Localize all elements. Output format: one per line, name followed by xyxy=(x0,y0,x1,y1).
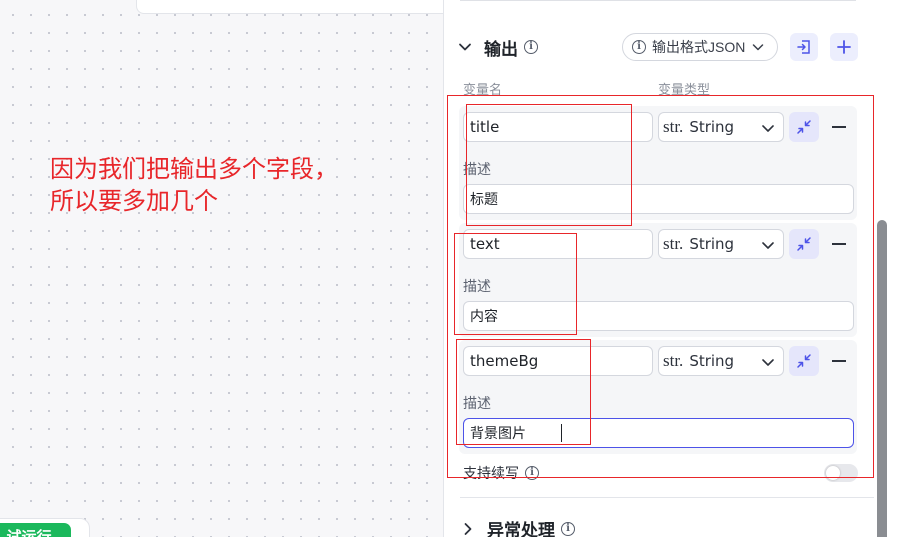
collapse-button[interactable] xyxy=(789,112,819,142)
description-label: 描述 xyxy=(463,278,491,294)
import-button[interactable] xyxy=(790,33,818,61)
chevron-right-icon[interactable] xyxy=(461,522,475,536)
type-value: String xyxy=(689,235,735,253)
type-value: String xyxy=(689,118,735,136)
column-header-name: 变量名 xyxy=(463,82,503,97)
stream-output-label: 支持续写 xyxy=(463,465,519,481)
exception-section-title: 异常处理 xyxy=(487,521,555,537)
collapse-icon xyxy=(797,237,811,251)
remove-field-button[interactable] xyxy=(832,126,846,128)
add-field-button[interactable] xyxy=(830,33,858,61)
field-type-select[interactable]: str. String xyxy=(658,346,784,376)
exception-section-header[interactable]: 异常处理 i xyxy=(461,516,575,537)
plus-icon xyxy=(837,40,851,54)
chevron-down-icon xyxy=(753,44,764,51)
collapse-icon xyxy=(797,354,811,368)
field-name-input[interactable]: themeBg xyxy=(463,346,653,376)
annotation-line-2: 所以要多加几个 xyxy=(50,188,218,215)
chevron-down-icon[interactable] xyxy=(458,40,472,54)
section-divider xyxy=(460,497,874,498)
chevron-down-icon xyxy=(762,125,774,132)
type-prefix: str. xyxy=(663,234,684,253)
collapse-icon xyxy=(797,120,811,134)
info-icon: i xyxy=(632,40,646,54)
output-format-select[interactable]: i 输出格式JSON xyxy=(622,33,778,61)
field-name-input[interactable]: text xyxy=(463,229,653,259)
stream-output-toggle[interactable] xyxy=(824,464,858,482)
description-input[interactable]: 内容 xyxy=(463,301,854,331)
output-section-title: 输出 xyxy=(484,39,518,59)
info-icon[interactable]: i xyxy=(524,40,538,54)
remove-field-button[interactable] xyxy=(832,243,846,245)
field-type-select[interactable]: str. String xyxy=(658,112,784,142)
description-input[interactable]: 标题 xyxy=(463,184,854,214)
info-icon[interactable]: i xyxy=(525,466,539,480)
text-cursor xyxy=(561,424,562,442)
info-icon[interactable]: i xyxy=(561,521,575,536)
test-run-label: 试运行 xyxy=(0,523,71,537)
remove-field-button[interactable] xyxy=(832,360,846,362)
stream-output-row: 支持续写 i xyxy=(463,463,539,483)
description-label: 描述 xyxy=(463,395,491,411)
type-prefix: str. xyxy=(663,117,684,136)
description-label: 描述 xyxy=(463,161,491,177)
output-format-value: 输出格式JSON xyxy=(652,39,746,55)
type-value: String xyxy=(689,352,735,370)
annotation-line-1: 因为我们把输出多个字段， xyxy=(50,156,338,183)
chevron-down-icon xyxy=(762,242,774,249)
field-name-input[interactable]: title xyxy=(463,112,653,142)
scrollbar-thumb[interactable] xyxy=(877,220,887,537)
description-input[interactable]: 背景图片 xyxy=(463,418,854,448)
import-icon xyxy=(797,40,810,54)
node-card[interactable] xyxy=(136,0,456,14)
toggle-knob xyxy=(826,466,840,480)
output-section-header[interactable]: 输出 i xyxy=(458,34,538,60)
column-header-type: 变量类型 xyxy=(658,82,711,97)
type-prefix: str. xyxy=(663,351,684,370)
test-run-button[interactable]: 试运行 xyxy=(0,518,90,537)
collapse-button[interactable] xyxy=(789,346,819,376)
annotation-text: 因为我们把输出多个字段， 所以要多加几个 xyxy=(50,154,380,218)
field-type-select[interactable]: str. String xyxy=(658,229,784,259)
panel-top-divider xyxy=(460,0,856,1)
chevron-down-icon xyxy=(762,359,774,366)
collapse-button[interactable] xyxy=(789,229,819,259)
